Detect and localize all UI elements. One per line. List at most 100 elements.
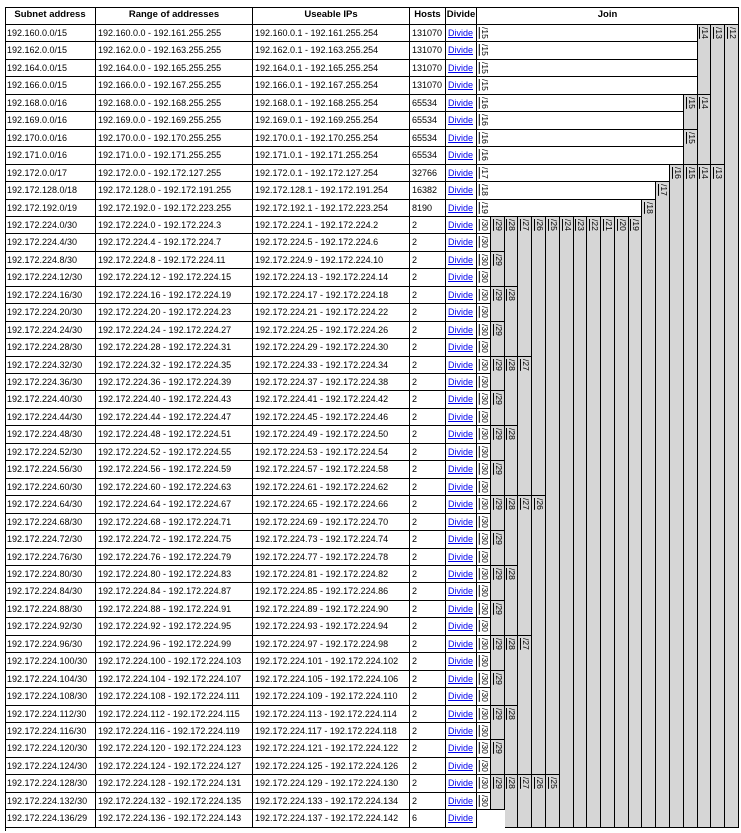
join-prefix-link[interactable]: /28 (507, 359, 517, 371)
divide-link[interactable]: Divide (448, 639, 473, 649)
join-block[interactable]: /29 (491, 775, 505, 810)
join-block[interactable]: /15 (684, 165, 698, 828)
join-block[interactable]: /30 (477, 444, 491, 461)
divide-link[interactable]: Divide (448, 412, 473, 422)
join-prefix-link[interactable]: /14 (700, 167, 710, 179)
divide-link[interactable]: Divide (448, 447, 473, 457)
divide-link[interactable]: Divide (448, 168, 473, 178)
join-block[interactable]: /30 (477, 357, 491, 374)
join-block[interactable]: /29 (491, 706, 505, 740)
join-block[interactable]: /30 (477, 391, 491, 409)
join-block[interactable]: /16 (477, 112, 684, 130)
join-block[interactable]: /18 (477, 182, 656, 200)
divide-link[interactable]: Divide (448, 377, 473, 387)
join-block[interactable]: /18 (642, 200, 656, 828)
join-block[interactable]: /30 (477, 566, 491, 583)
divide-link[interactable]: Divide (448, 517, 473, 527)
join-prefix-link[interactable]: /27 (521, 777, 531, 789)
join-block[interactable]: /30 (477, 688, 491, 706)
join-prefix-link[interactable]: /18 (480, 184, 490, 196)
divide-link[interactable]: Divide (448, 796, 473, 806)
join-prefix-link[interactable]: /30 (480, 533, 490, 545)
divide-link[interactable]: Divide (448, 569, 473, 579)
join-prefix-link[interactable]: /14 (700, 97, 710, 109)
join-prefix-link[interactable]: /29 (494, 777, 504, 789)
join-block[interactable]: /13 (711, 25, 725, 165)
join-block[interactable]: /29 (491, 322, 505, 357)
join-prefix-link[interactable]: /30 (480, 254, 490, 266)
join-prefix-link[interactable]: /30 (480, 341, 490, 353)
join-block[interactable]: /28 (505, 426, 518, 496)
join-block[interactable]: /28 (505, 566, 518, 636)
join-block[interactable]: /19 (477, 200, 642, 217)
join-prefix-link[interactable]: /25 (549, 777, 559, 789)
join-prefix-link[interactable]: /21 (604, 219, 614, 231)
divide-link[interactable]: Divide (448, 255, 473, 265)
join-prefix-link[interactable]: /19 (480, 202, 490, 214)
join-prefix-link[interactable]: /30 (480, 376, 490, 388)
join-prefix-link[interactable]: /20 (618, 219, 628, 231)
join-block[interactable]: /30 (477, 793, 491, 810)
join-prefix-link[interactable]: /29 (494, 359, 504, 371)
join-prefix-link[interactable]: /25 (549, 219, 559, 231)
join-prefix-link[interactable]: /16 (480, 149, 490, 161)
join-block[interactable]: /30 (477, 426, 491, 444)
divide-link[interactable]: Divide (448, 394, 473, 404)
join-prefix-link[interactable]: /30 (480, 498, 490, 510)
join-prefix-link[interactable]: /28 (507, 708, 517, 720)
join-block[interactable]: /29 (491, 391, 505, 426)
join-block[interactable]: /30 (477, 723, 491, 740)
join-block[interactable]: /14 (698, 165, 711, 828)
join-block[interactable]: /28 (505, 775, 518, 828)
join-prefix-link[interactable]: /17 (480, 167, 490, 179)
join-prefix-link[interactable]: /15 (480, 27, 490, 39)
join-block[interactable]: /30 (477, 322, 491, 339)
join-block[interactable]: /27 (518, 357, 532, 496)
join-prefix-link[interactable]: /18 (645, 202, 655, 214)
join-block[interactable]: /29 (491, 671, 505, 706)
join-block[interactable]: /30 (477, 287, 491, 304)
join-prefix-link[interactable]: /28 (507, 219, 517, 231)
join-block[interactable]: /30 (477, 775, 491, 793)
join-block[interactable]: /30 (477, 461, 491, 479)
join-prefix-link[interactable]: /30 (480, 655, 490, 667)
join-prefix-link[interactable]: /29 (494, 673, 504, 685)
join-block[interactable]: /28 (505, 287, 518, 357)
join-prefix-link[interactable]: /30 (480, 393, 490, 405)
join-prefix-link[interactable]: /27 (521, 219, 531, 231)
join-prefix-link[interactable]: /30 (480, 219, 490, 231)
join-block[interactable]: /29 (491, 566, 505, 601)
join-block[interactable]: /15 (684, 95, 698, 130)
join-prefix-link[interactable]: /30 (480, 516, 490, 528)
join-block[interactable]: /30 (477, 252, 491, 269)
join-prefix-link[interactable]: /27 (521, 359, 531, 371)
join-block[interactable]: /23 (574, 217, 587, 828)
divide-link[interactable]: Divide (448, 203, 473, 213)
join-prefix-link[interactable]: /22 (590, 219, 600, 231)
join-block[interactable]: /30 (477, 217, 491, 234)
join-block[interactable]: /30 (477, 706, 491, 723)
divide-link[interactable]: Divide (448, 342, 473, 352)
join-block[interactable]: /30 (477, 374, 491, 391)
join-prefix-link[interactable]: /13 (714, 167, 724, 179)
divide-link[interactable]: Divide (448, 726, 473, 736)
divide-link[interactable]: Divide (448, 28, 473, 38)
divide-link[interactable]: Divide (448, 813, 473, 823)
join-prefix-link[interactable]: /28 (507, 289, 517, 301)
divide-link[interactable]: Divide (448, 552, 473, 562)
join-prefix-link[interactable]: /30 (480, 725, 490, 737)
join-prefix-link[interactable]: /30 (480, 690, 490, 702)
join-block[interactable]: /29 (491, 496, 505, 531)
join-prefix-link[interactable]: /16 (673, 167, 683, 179)
join-block[interactable]: /14 (698, 25, 711, 95)
divide-link[interactable]: Divide (448, 586, 473, 596)
join-block[interactable]: /16 (670, 165, 684, 828)
join-prefix-link[interactable]: /30 (480, 760, 490, 772)
join-block[interactable]: /28 (505, 706, 518, 775)
divide-link[interactable]: Divide (448, 80, 473, 90)
divide-link[interactable]: Divide (448, 656, 473, 666)
join-prefix-link[interactable]: /30 (480, 411, 490, 423)
join-prefix-link[interactable]: /15 (687, 97, 697, 109)
join-prefix-link[interactable]: /29 (494, 428, 504, 440)
join-block[interactable]: /12 (725, 25, 739, 828)
